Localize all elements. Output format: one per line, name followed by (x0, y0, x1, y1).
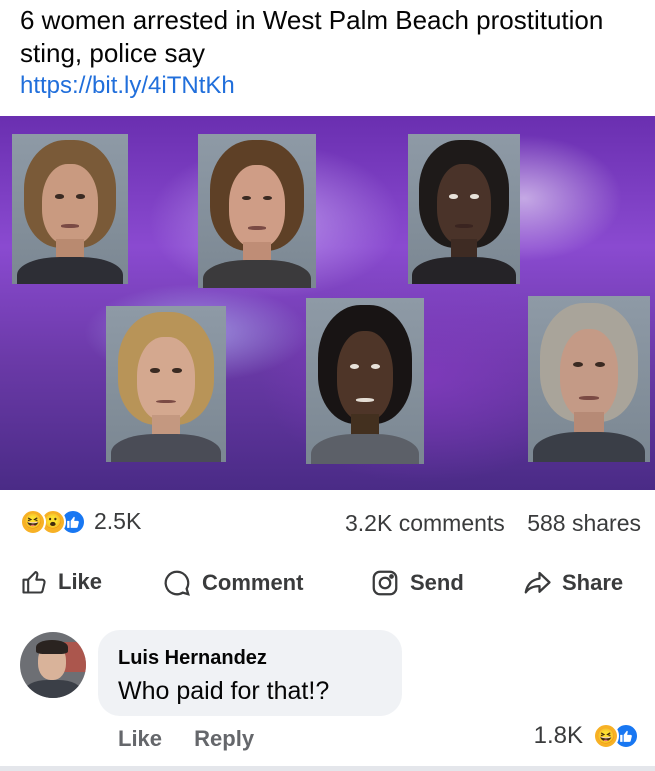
haha-reaction-icon: 😆 (593, 723, 619, 749)
like-label: Like (58, 569, 103, 594)
share-label: Share (562, 570, 624, 595)
thumbs-up-icon (22, 571, 46, 594)
share-arrow-icon (524, 571, 551, 594)
share-button[interactable]: Share (522, 568, 623, 598)
post-actions: Like Comment Send Share (0, 558, 655, 610)
post-stats: 😆 😮 2.5K 3.2K comments 588 shares (0, 500, 655, 548)
post-link[interactable]: https://bit.ly/4iTNtKh (20, 70, 640, 102)
like-button[interactable]: Like (20, 568, 102, 596)
comment-reply-button[interactable]: Reply (194, 726, 254, 751)
mugshot-4 (106, 306, 226, 462)
reaction-summary[interactable]: 😆 😮 2.5K (20, 508, 141, 535)
post-headline: 6 women arrested in West Palm Beach pros… (20, 5, 604, 68)
comment-actions: Like Reply (118, 726, 254, 752)
comment-author[interactable]: Luis Hernandez (118, 646, 382, 670)
send-label: Send (410, 570, 464, 595)
mugshot-6 (528, 296, 650, 462)
comment-button[interactable]: Comment (162, 568, 303, 598)
instagram-icon (372, 570, 398, 596)
comment-text: Who paid for that!? (118, 677, 330, 705)
mugshot-5 (306, 298, 424, 464)
comment-reaction-count: 1.8K (533, 722, 583, 749)
reaction-count: 2.5K (94, 508, 142, 534)
divider (0, 766, 655, 771)
comment-icon (164, 570, 190, 596)
comment-reaction-summary[interactable]: 1.8K 😆 (533, 722, 639, 750)
mugshot-3 (408, 134, 520, 284)
comment-bubble: Luis Hernandez Who paid for that!? (98, 630, 402, 716)
shares-count[interactable]: 588 shares (527, 510, 641, 536)
comment-like-button[interactable]: Like (118, 726, 162, 751)
comments-count[interactable]: 3.2K comments (345, 510, 505, 536)
post-image[interactable] (0, 116, 655, 490)
comment: Luis Hernandez Who paid for that!? (0, 626, 655, 726)
comment-label: Comment (202, 570, 304, 595)
post-text: 6 women arrested in West Palm Beach pros… (20, 4, 640, 102)
mugshot-1 (12, 134, 128, 284)
send-button[interactable]: Send (370, 568, 464, 598)
comments-shares: 3.2K comments 588 shares (345, 510, 641, 537)
commenter-avatar[interactable] (20, 632, 86, 698)
haha-reaction-icon: 😆 (20, 508, 46, 535)
mugshot-2 (198, 134, 316, 288)
